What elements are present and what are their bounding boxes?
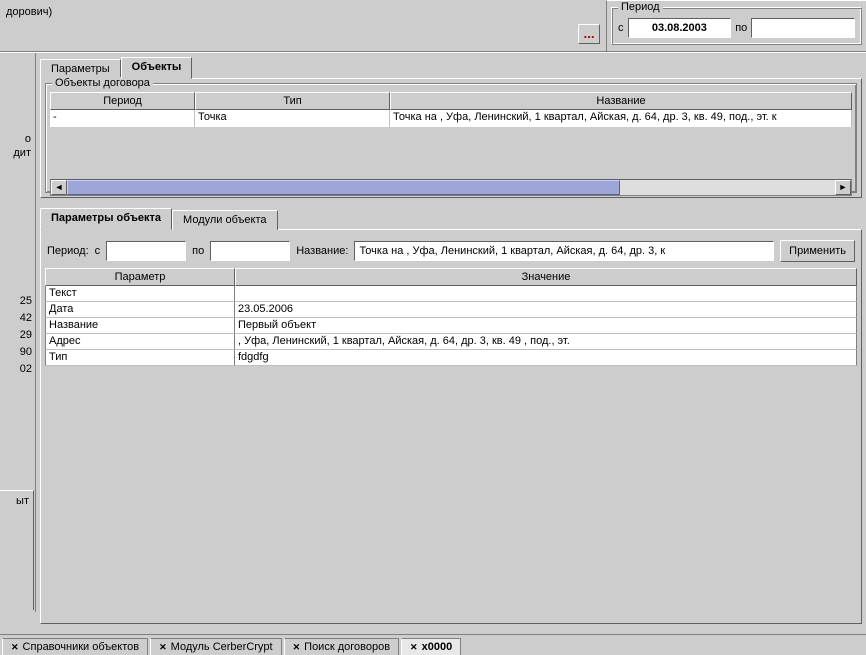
window-tabs: ✕Справочники объектов ✕Модуль CerberCryp… [0, 634, 866, 654]
leftstrip-dit: дит [13, 147, 31, 159]
close-icon[interactable]: ✕ [410, 642, 418, 653]
tab-object-params[interactable]: Параметры объекта [40, 208, 172, 230]
tab-object-modules[interactable]: Модули объекта [172, 210, 277, 230]
table-row[interactable]: Дата 23.05.2006 [45, 302, 857, 318]
table-row[interactable]: - Точка Точка на , Уфа, Ленинский, 1 ква… [50, 110, 852, 127]
close-icon[interactable]: ✕ [159, 642, 167, 653]
scroll-right-icon[interactable]: ► [835, 180, 851, 195]
objects-grid-header: Период Тип Название [50, 92, 852, 110]
wtab-cerbercrypt[interactable]: ✕Модуль CerberCrypt [150, 638, 282, 655]
table-row[interactable]: Тип fdgdfg [45, 350, 857, 366]
cell-type: Точка [195, 110, 390, 127]
obj-period-to[interactable] [210, 241, 290, 261]
obj-period-label: Период: [47, 245, 89, 257]
leftstrip-o: о [25, 133, 31, 145]
period-groupbox: Период с по [611, 7, 862, 45]
obj-period-from[interactable] [106, 241, 186, 261]
cell-name: Точка на , Уфа, Ленинский, 1 квартал, Ай… [390, 110, 852, 127]
leftstrip-numbers: 25 42 29 90 02 [0, 293, 35, 378]
obj-name-label: Название: [296, 245, 348, 257]
col-period[interactable]: Период [50, 92, 195, 110]
wtab-refs[interactable]: ✕Справочники объектов [2, 638, 148, 655]
close-icon[interactable]: ✕ [11, 642, 19, 653]
tab-parameters[interactable]: Параметры [40, 59, 121, 79]
obj-to-label: по [192, 245, 204, 257]
pcol-value[interactable]: Значение [235, 268, 857, 286]
cell-period: - [50, 110, 195, 127]
objects-fieldset: Объекты договора Период Тип Название - Т… [45, 83, 857, 193]
table-row[interactable]: Адрес , Уфа, Ленинский, 1 квартал, Айска… [45, 334, 857, 350]
period-from-input[interactable] [628, 18, 732, 38]
period-to-label: по [735, 22, 747, 34]
tab-objects[interactable]: Объекты [121, 57, 193, 79]
close-icon[interactable]: ✕ [293, 642, 301, 653]
user-fragment: дорович) [6, 4, 52, 18]
scroll-thumb[interactable] [67, 180, 620, 195]
col-name[interactable]: Название [390, 92, 852, 110]
col-type[interactable]: Тип [195, 92, 390, 110]
wtab-x0000[interactable]: ✕x0000 [401, 638, 461, 655]
leftstrip-yt: ыт [2, 495, 31, 515]
obj-name-input[interactable] [354, 241, 774, 261]
period-from-label: с [618, 22, 624, 34]
table-row[interactable]: Текст [45, 286, 857, 302]
objects-hscrollbar[interactable]: ◄ ► [50, 179, 852, 196]
browse-button[interactable]: ... [578, 24, 600, 44]
table-row[interactable]: Название Первый объект [45, 318, 857, 334]
period-legend: Период [618, 1, 663, 13]
wtab-search[interactable]: ✕Поиск договоров [284, 638, 399, 655]
period-to-input[interactable] [751, 18, 855, 38]
params-grid: Текст Дата 23.05.2006 Название Первый об… [45, 286, 857, 366]
apply-button[interactable]: Применить [780, 240, 855, 262]
scroll-left-icon[interactable]: ◄ [51, 180, 67, 195]
obj-from-label: с [95, 245, 101, 257]
pcol-param[interactable]: Параметр [45, 268, 235, 286]
